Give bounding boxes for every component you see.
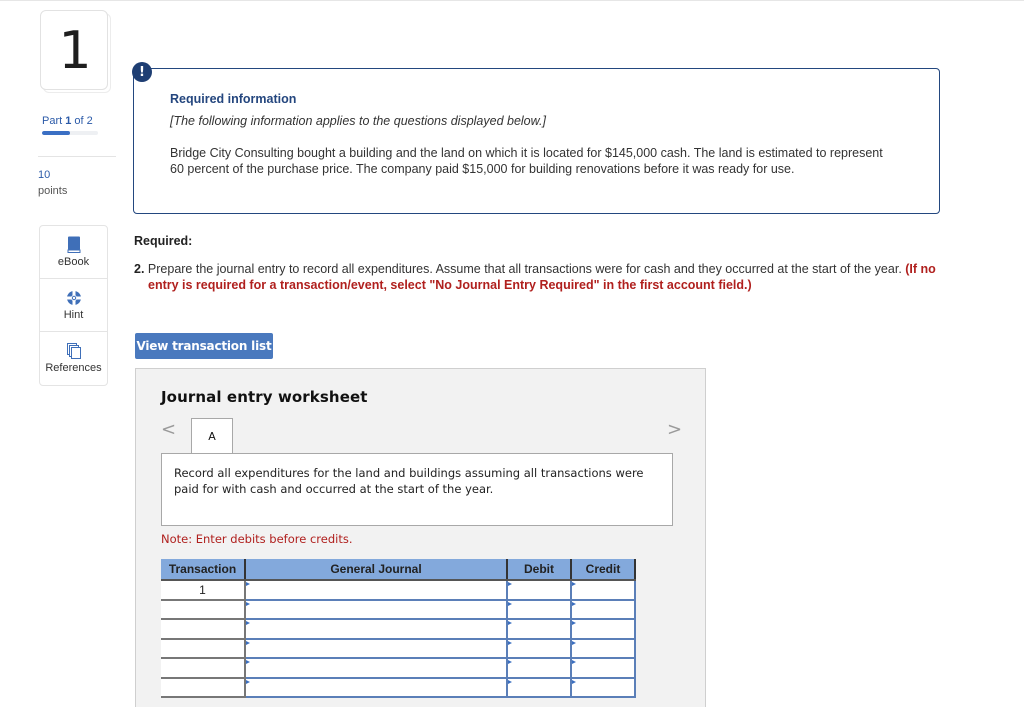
journal-entry-worksheet: Journal entry worksheet < A > Record all… [135,368,706,707]
required-item-text: Prepare the journal entry to record all … [144,262,906,276]
references-label: References [45,362,102,374]
transaction-cell [161,658,246,679]
account-select[interactable] [244,638,508,659]
tools-panel: eBook Hint References [39,225,108,386]
debit-input[interactable] [506,580,572,601]
transaction-cell [161,619,246,640]
table-row [161,638,636,659]
column-header-credit: Credit [571,559,636,581]
alert-icon: ! [132,62,152,82]
column-header-debit: Debit [507,559,572,581]
table-row [161,619,636,640]
view-transaction-list-button[interactable]: View transaction list [135,333,273,359]
required-heading: Required: [134,234,193,248]
column-header-general-journal: General Journal [245,559,508,581]
column-header-transaction: Transaction [161,559,246,581]
part-progress-fill [42,131,70,135]
credit-input[interactable] [570,638,636,659]
account-select[interactable] [244,677,508,698]
account-select[interactable] [244,658,508,679]
transaction-cell [161,599,246,620]
debit-input[interactable] [506,658,572,679]
credit-input[interactable] [570,619,636,640]
points-label: points [38,185,68,197]
tab-a[interactable]: A [191,418,233,453]
prev-tab-chevron-icon[interactable]: < [161,419,176,440]
question-number-card: 1 [40,10,108,90]
worksheet-description: Record all expenditures for the land and… [174,466,644,496]
references-button[interactable]: References [40,332,107,385]
part-progress-bar [42,131,98,135]
hint-label: Hint [63,308,84,321]
next-tab-chevron-icon[interactable]: > [667,419,682,440]
credit-input[interactable] [570,677,636,698]
account-select[interactable] [244,599,508,620]
table-row [161,658,636,679]
journal-table: Transaction General Journal Debit Credit… [161,559,636,698]
required-item: 2. Prepare the journal entry to record a… [134,262,944,293]
debit-input[interactable] [506,599,572,620]
part-indicator: Part 1 of 2 [42,115,93,127]
debit-input[interactable] [506,677,572,698]
table-row [161,599,636,620]
account-select[interactable] [244,619,508,640]
required-item-number: 2. [134,262,145,276]
info-subtitle: [The following information applies to th… [170,114,546,128]
worksheet-note: Note: Enter debits before credits. [161,532,353,546]
rail-divider [38,156,116,157]
debit-input[interactable] [506,619,572,640]
documents-icon [66,343,81,359]
table-row [161,677,636,698]
worksheet-title: Journal entry worksheet [161,388,368,406]
transaction-cell [161,638,246,659]
worksheet-description-box: Record all expenditures for the land and… [161,453,673,526]
hint-button[interactable]: Hint [40,279,107,332]
table-row: 1 [161,580,636,601]
credit-input[interactable] [570,658,636,679]
info-title: Required information [170,92,297,106]
transaction-cell: 1 [161,580,246,601]
question-number: 1 [58,21,92,81]
journal-table-header: Transaction General Journal Debit Credit [161,559,636,581]
ebook-button[interactable]: eBook [40,226,107,279]
credit-input[interactable] [570,580,636,601]
debit-input[interactable] [506,638,572,659]
account-select[interactable] [244,580,508,601]
required-information-box: Required information [The following info… [133,68,940,214]
transaction-cell [161,677,246,698]
ebook-label: eBook [57,256,90,268]
lifebuoy-icon [66,290,82,306]
info-body: Bridge City Consulting bought a building… [170,146,883,176]
credit-input[interactable] [570,599,636,620]
points-value: 10 [38,169,51,181]
book-icon [67,236,81,253]
